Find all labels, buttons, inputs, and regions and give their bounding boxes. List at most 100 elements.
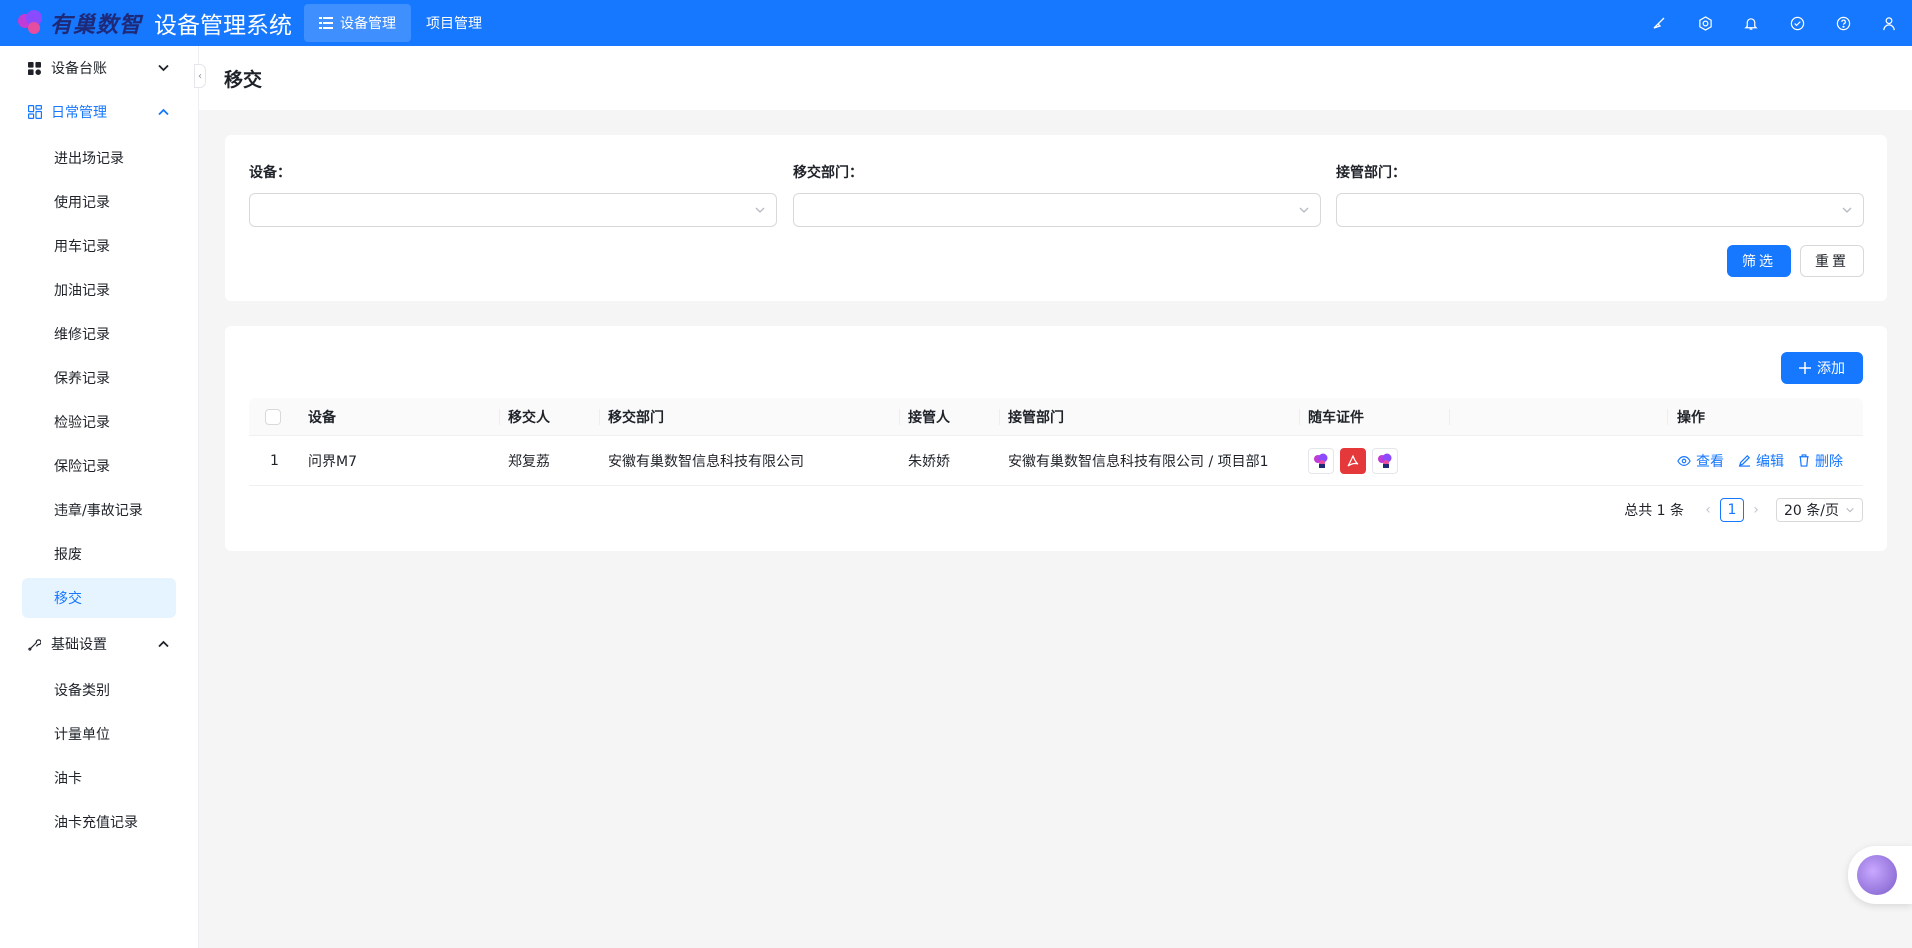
apps-icon (28, 61, 44, 75)
sidebar-item-scrap[interactable]: 报废 (22, 534, 176, 574)
column-header-handover-dept: 移交部门 (608, 409, 664, 426)
help-icon[interactable] (1820, 0, 1866, 46)
data-table: 设备 移交人 移交部门 接管人 接管部门 随车证件 操作 1 问界M7 郑复荔 … (249, 398, 1863, 486)
sidebar-item-label: 维修记录 (54, 327, 110, 343)
sidebar-item-device-category[interactable]: 设备类别 (22, 670, 176, 710)
column-header-handover-person: 移交人 (508, 409, 550, 426)
table-row: 1 问界M7 郑复荔 安徽有巢数智信息科技有限公司 朱娇娇 安徽有巢数智信息科技… (249, 436, 1863, 486)
chevron-down-icon (1299, 207, 1309, 213)
prev-page-icon[interactable]: ‹ (1698, 502, 1718, 518)
sidebar-item-label: 违章/事故记录 (54, 503, 143, 519)
logo-doc-icon[interactable] (1308, 447, 1334, 474)
view-label: 查看 (1696, 453, 1724, 470)
page-number[interactable]: 1 (1720, 498, 1745, 522)
page-size-select[interactable]: 20 条/页 (1776, 498, 1863, 522)
menu-list-icon (319, 17, 334, 29)
handover-dept-select[interactable] (793, 193, 1321, 227)
top-icons (1636, 0, 1912, 46)
delete-action[interactable]: 删除 (1798, 451, 1843, 471)
filter-button[interactable]: 筛选 (1727, 245, 1791, 277)
filter-label: 接管部门： (1336, 165, 1406, 181)
nav-label: 设备管理 (340, 16, 397, 32)
assistant-float-button[interactable] (1848, 846, 1912, 904)
eye-icon (1677, 455, 1691, 466)
page-size-label: 20 条/页 (1784, 503, 1839, 519)
user-icon[interactable] (1866, 0, 1912, 46)
chevron-down-icon (1842, 207, 1852, 213)
pdf-icon[interactable] (1340, 447, 1366, 474)
top-nav: 设备管理 项目管理 (304, 0, 497, 46)
sidebar-item-refuel-records[interactable]: 加油记录 (22, 270, 176, 310)
cell-device: 问界M7 (308, 453, 357, 470)
filter-handover-dept: 移交部门： (793, 161, 1321, 227)
sidebar-item-maintenance-records[interactable]: 保养记录 (22, 358, 176, 398)
sidebar-collapse-button[interactable]: ‹ (194, 64, 206, 88)
sidebar-item-insurance-records[interactable]: 保险记录 (22, 446, 176, 486)
tool-icon (28, 638, 44, 651)
column-header-actions: 操作 (1677, 409, 1705, 426)
sidebar-group-daily-management[interactable]: 日常管理 (0, 90, 198, 134)
sidebar-item-fuel-card-recharge[interactable]: 油卡充值记录 (22, 802, 176, 842)
check-circle-icon[interactable] (1774, 0, 1820, 46)
sidebar-item-repair-records[interactable]: 维修记录 (22, 314, 176, 354)
system-title: 设备管理系统 (154, 13, 293, 39)
sidebar-item-label: 加油记录 (54, 283, 110, 299)
chevron-down-icon (1846, 507, 1854, 513)
sidebar-item-violation-records[interactable]: 违章/事故记录 (22, 490, 176, 530)
logo-mark-icon (16, 8, 46, 38)
nav-device-management[interactable]: 设备管理 (304, 4, 412, 42)
sidebar-group-label: 基础设置 (51, 637, 107, 653)
logo-text: 有巢数智 (50, 13, 143, 38)
add-button[interactable]: 添加 (1781, 352, 1863, 384)
view-action[interactable]: 查看 (1677, 451, 1724, 471)
trash-icon (1799, 454, 1809, 467)
sidebar-item-label: 保险记录 (54, 459, 110, 475)
page-title: 移交 (224, 68, 263, 91)
bell-icon[interactable] (1728, 0, 1774, 46)
device-select[interactable] (249, 193, 777, 227)
column-header-documents: 随车证件 (1308, 409, 1364, 426)
column-header-receiver-dept: 接管部门 (1008, 409, 1064, 426)
sidebar-item-label: 保养记录 (54, 371, 110, 387)
sidebar-item-fuel-card[interactable]: 油卡 (22, 758, 176, 798)
sidebar-item-label: 油卡充值记录 (54, 815, 138, 831)
table-header: 设备 移交人 移交部门 接管人 接管部门 随车证件 操作 (249, 398, 1863, 436)
sidebar-group-device-ledger[interactable]: 设备台账 (0, 46, 198, 90)
edit-action[interactable]: 编辑 (1738, 451, 1784, 471)
select-all-checkbox[interactable] (265, 398, 281, 435)
filter-label: 移交部门： (793, 165, 863, 181)
logo-doc-icon[interactable] (1372, 447, 1398, 474)
sidebar-item-inspection-records[interactable]: 检验记录 (22, 402, 176, 442)
nav-project-management[interactable]: 项目管理 (411, 4, 497, 42)
nav-label: 项目管理 (426, 16, 483, 32)
filter-label: 设备： (249, 165, 291, 181)
sidebar-item-label: 油卡 (54, 771, 82, 787)
sidebar-item-label: 报废 (54, 547, 82, 563)
cell-documents (1308, 436, 1404, 485)
gear-icon[interactable] (1682, 0, 1728, 46)
brush-icon[interactable] (1636, 0, 1682, 46)
sidebar-item-label: 设备类别 (54, 683, 110, 699)
filter-panel: 设备： 移交部门： 接管部门： 筛选 重置 (225, 135, 1887, 301)
assistant-avatar-icon (1857, 855, 1897, 895)
sidebar-group-basic-settings[interactable]: 基础设置 (0, 622, 198, 666)
cell-handover-dept: 安徽有巢数智信息科技有限公司 (608, 453, 804, 470)
sidebar-item-usage-records[interactable]: 使用记录 (22, 182, 176, 222)
sidebar-item-handover[interactable]: 移交 (22, 578, 176, 618)
sidebar-item-unit[interactable]: 计量单位 (22, 714, 176, 754)
sidebar-item-label: 检验记录 (54, 415, 110, 431)
cell-receiver: 朱娇娇 (908, 453, 950, 470)
sidebar-item-vehicle-records[interactable]: 用车记录 (22, 226, 176, 266)
reset-button[interactable]: 重置 (1800, 245, 1864, 277)
pagination-total: 总共 1 条 (1624, 503, 1685, 519)
cell-receiver-dept: 安徽有巢数智信息科技有限公司 / 项目部1 (1008, 453, 1269, 470)
chevron-down-icon (158, 64, 170, 72)
row-index: 1 (270, 452, 279, 469)
sidebar-item-entry-exit-records[interactable]: 进出场记录 (22, 138, 176, 178)
next-page-icon[interactable]: › (1746, 502, 1766, 518)
chevron-up-icon (158, 640, 170, 648)
column-header-device: 设备 (308, 409, 336, 426)
cell-handover-person: 郑复荔 (508, 453, 550, 470)
cell-actions: 查看 编辑 删除 (1677, 436, 1857, 485)
receiver-dept-select[interactable] (1336, 193, 1864, 227)
